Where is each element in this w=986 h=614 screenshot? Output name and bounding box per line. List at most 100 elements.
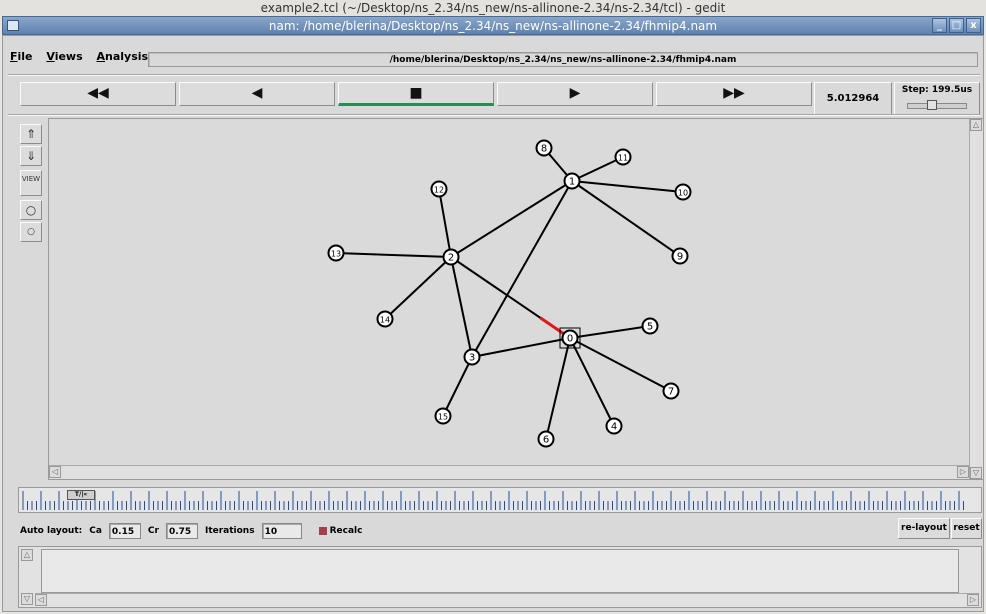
file-path-display: /home/blerina/Desktop/ns_2.34/ns_new/ns-… bbox=[148, 52, 978, 67]
link-1-10[interactable] bbox=[571, 180, 684, 193]
play-button[interactable]: ▶ bbox=[497, 82, 653, 106]
background-window-title: example2.tcl (~/Desktop/ns_2.34/ns_new/n… bbox=[0, 0, 986, 16]
close-button[interactable]: x bbox=[966, 18, 981, 33]
node-6[interactable]: 6 bbox=[537, 430, 555, 448]
scroll-right-arrow-icon[interactable]: ▷ bbox=[957, 466, 969, 478]
relayout-button[interactable]: re-layout bbox=[898, 518, 950, 539]
cr-label: Cr bbox=[147, 526, 159, 536]
menu-file-mnemonic: F bbox=[10, 50, 18, 63]
node-label: 15 bbox=[438, 413, 448, 422]
zoom-out-button[interactable]: ⇓ bbox=[20, 146, 42, 166]
view-label: VIEW bbox=[21, 175, 41, 183]
window-titlebar[interactable]: nam: /home/blerina/Desktop/ns_2.34/ns_ne… bbox=[2, 16, 984, 35]
menu-file[interactable]: File bbox=[10, 50, 33, 63]
step-slider-handle[interactable] bbox=[927, 100, 938, 110]
annotation-horizontal-scrollbar[interactable]: ◁ ▷ bbox=[35, 593, 979, 606]
link-0-7[interactable] bbox=[569, 337, 672, 392]
menu-views-mnemonic: V bbox=[46, 50, 55, 63]
node-8[interactable]: 8 bbox=[535, 139, 553, 157]
node-label: 9 bbox=[677, 252, 683, 263]
link-2-14[interactable] bbox=[384, 256, 452, 320]
node-2[interactable]: 2 bbox=[442, 248, 460, 266]
maximize-button[interactable]: □ bbox=[949, 18, 964, 33]
simulation-time: 5.012964 bbox=[814, 82, 892, 115]
menu-file-label: ile bbox=[17, 50, 33, 63]
menu-views[interactable]: Views bbox=[46, 50, 82, 63]
menu-analysis[interactable]: Analysis bbox=[97, 50, 149, 63]
link-0-6[interactable] bbox=[545, 337, 571, 440]
step-back-button[interactable]: ◀ bbox=[179, 82, 335, 106]
recalc-checkbox[interactable]: Recalc bbox=[318, 526, 363, 536]
node-9[interactable]: 9 bbox=[671, 247, 689, 265]
recalc-label: Recalc bbox=[329, 526, 363, 536]
scroll-left-arrow-icon[interactable]: ◁ bbox=[35, 594, 47, 606]
cr-input[interactable]: 0.75 bbox=[165, 523, 198, 539]
link-2-12[interactable] bbox=[438, 188, 452, 258]
scroll-up-arrow-icon[interactable]: △ bbox=[970, 119, 982, 131]
node-10[interactable]: 10 bbox=[674, 183, 692, 201]
zoom-in-icon: ⇑ bbox=[25, 127, 37, 141]
node-12[interactable]: 12 bbox=[430, 180, 448, 198]
scroll-right-arrow-icon[interactable]: ▷ bbox=[967, 594, 979, 606]
node-label: 8 bbox=[541, 144, 547, 155]
menu-analysis-mnemonic: A bbox=[96, 50, 106, 63]
node-1[interactable]: 1 bbox=[563, 172, 581, 190]
separator bbox=[8, 114, 980, 116]
zoom-in-button[interactable]: ⇑ bbox=[20, 124, 42, 144]
node-large-button[interactable]: ○ bbox=[20, 200, 42, 220]
link-3-15[interactable] bbox=[442, 356, 473, 417]
new-view-button[interactable]: VIEW bbox=[20, 170, 42, 196]
menu-views-label: iews bbox=[54, 50, 83, 63]
link-2-13[interactable] bbox=[335, 252, 452, 258]
network-graph[interactable]: 0123456789101112131415 bbox=[49, 119, 969, 465]
link-1-9[interactable] bbox=[571, 180, 681, 257]
stop-button[interactable]: ■ bbox=[338, 82, 494, 106]
menu-analysis-label: nalysis bbox=[105, 50, 149, 63]
timeline-handle[interactable]: T/|« bbox=[67, 490, 96, 500]
node-5[interactable]: 5 bbox=[641, 317, 659, 335]
node-13[interactable]: 13 bbox=[327, 244, 345, 262]
link-0-4[interactable] bbox=[569, 337, 615, 427]
link-3-0[interactable] bbox=[471, 337, 571, 358]
link-2-3[interactable] bbox=[450, 256, 473, 358]
minimize-button[interactable]: _ bbox=[932, 18, 947, 33]
ca-input[interactable]: 0.15 bbox=[108, 523, 141, 539]
node-label: 13 bbox=[331, 250, 341, 259]
node-label: 2 bbox=[448, 253, 454, 264]
step-control: Step: 199.5us bbox=[894, 82, 980, 115]
node-15[interactable]: 15 bbox=[434, 407, 452, 425]
scroll-down-arrow-icon[interactable]: ▽ bbox=[21, 593, 33, 605]
reset-button[interactable]: reset bbox=[951, 518, 982, 539]
recalc-check-icon bbox=[318, 526, 327, 535]
node-label: 1 bbox=[569, 177, 575, 188]
link-1-2[interactable] bbox=[450, 180, 573, 258]
window-menu-icon[interactable] bbox=[7, 20, 19, 31]
iterations-label: Iterations bbox=[204, 526, 255, 536]
node-label: 5 bbox=[647, 322, 653, 333]
node-7[interactable]: 7 bbox=[662, 382, 680, 400]
link-0-5[interactable] bbox=[569, 325, 651, 339]
fast-forward-button[interactable]: ▶▶ bbox=[656, 82, 812, 106]
separator bbox=[8, 74, 980, 76]
horizontal-scrollbar[interactable]: ◁ ▷ bbox=[49, 465, 969, 479]
timeline-ticks bbox=[22, 491, 964, 510]
rewind-button[interactable]: ◀◀ bbox=[20, 82, 176, 106]
node-3[interactable]: 3 bbox=[463, 348, 481, 366]
iterations-input[interactable]: 10 bbox=[261, 523, 302, 539]
timeline-slider[interactable]: T/|« bbox=[18, 487, 982, 513]
scroll-left-arrow-icon[interactable]: ◁ bbox=[49, 466, 61, 478]
annotation-list[interactable] bbox=[41, 549, 959, 593]
node-4[interactable]: 4 bbox=[605, 417, 623, 435]
node-label: 6 bbox=[543, 435, 549, 446]
vertical-scrollbar[interactable]: △ ▽ bbox=[969, 119, 983, 479]
node-label: 7 bbox=[668, 387, 674, 398]
step-slider-trough[interactable] bbox=[907, 100, 967, 110]
node-14[interactable]: 14 bbox=[376, 310, 394, 328]
scroll-down-arrow-icon[interactable]: ▽ bbox=[970, 467, 982, 479]
node-label: 14 bbox=[380, 316, 390, 325]
node-11[interactable]: 11 bbox=[614, 148, 632, 166]
scroll-up-arrow-icon[interactable]: △ bbox=[21, 549, 33, 561]
network-canvas[interactable]: 0 1 2 3 4 5 6 7 8 9 10 11 12 13 14 15 △ ▽ ◁ ▷ bbox=[48, 118, 984, 480]
node-0[interactable]: 0 bbox=[559, 327, 581, 349]
node-small-button[interactable]: ○ bbox=[20, 222, 42, 242]
